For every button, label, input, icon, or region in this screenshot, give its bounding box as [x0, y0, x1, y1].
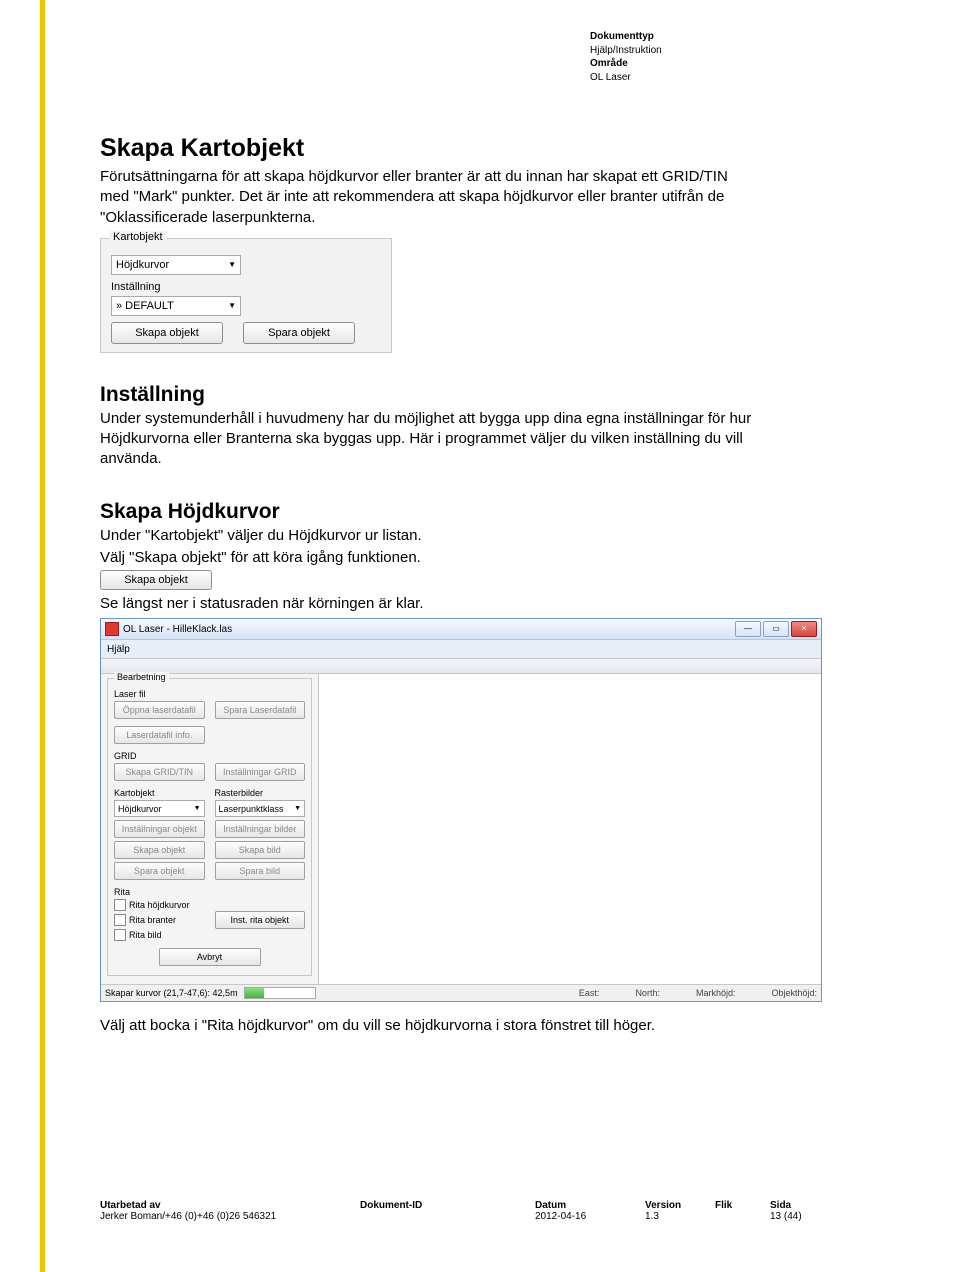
area-value: OL Laser — [590, 71, 860, 85]
footer-version-label: Version — [645, 1200, 681, 1211]
app-icon — [105, 622, 119, 636]
raster-settings-button[interactable]: Inställningar bilder — [215, 820, 306, 838]
rita-hojdkurvor-checkbox[interactable]: Rita höjdkurvor — [114, 899, 205, 911]
laser-label: Laser fil — [114, 689, 305, 699]
status-east: East: — [579, 988, 600, 998]
installning-label: Inställning — [111, 281, 381, 293]
footer-author-label: Utarbetad av — [100, 1200, 161, 1211]
side-stripe — [40, 0, 45, 1272]
heading-skapa-kartobjekt: Skapa Kartobjekt — [100, 134, 860, 163]
footer-author: Jerker Boman/+46 (0)+46 (0)26 546321 — [100, 1211, 276, 1222]
footer-flik-label: Flik — [715, 1200, 732, 1211]
kart-save-button[interactable]: Spara objekt — [114, 862, 205, 880]
menu-hjalp[interactable]: Hjälp — [107, 644, 130, 655]
chevron-down-icon: ▼ — [228, 260, 236, 269]
app-window: OL Laser - HilleKlack.las — ▭ ✕ Hjälp Be… — [100, 618, 822, 1002]
toolbar-strip — [101, 659, 821, 674]
p5: Se längst ner i statusraden när körninge… — [100, 594, 760, 614]
save-laser-button[interactable]: Spara Laserdatafil — [215, 701, 306, 719]
skapa-objekt-inline-button[interactable]: Skapa objekt — [100, 570, 212, 590]
spara-objekt-button[interactable]: Spara objekt — [243, 322, 355, 344]
status-objekthojd: Objekthöjd: — [771, 988, 817, 998]
status-text: Skapar kurvor (21,7-47,6): 42,5m — [105, 988, 238, 998]
footer-sida: 13 (44) — [770, 1211, 802, 1222]
installning-combo-value: » DEFAULT — [116, 300, 174, 312]
installning-combo[interactable]: » DEFAULT ▼ — [111, 296, 241, 316]
close-button[interactable]: ✕ — [791, 621, 817, 637]
rita-label: Rita — [114, 887, 305, 897]
view-area — [319, 674, 821, 984]
chevron-down-icon: ▼ — [228, 301, 236, 310]
minimize-button[interactable]: — — [735, 621, 761, 637]
bearbetning-group: Bearbetning Laser fil Öppna laserdatafil… — [107, 678, 312, 976]
doc-meta: Dokumenttyp Hjälp/Instruktion Område OL … — [590, 30, 860, 84]
open-laser-button[interactable]: Öppna laserdatafil — [114, 701, 205, 719]
kart-create-button[interactable]: Skapa objekt — [114, 841, 205, 859]
side-panel: Bearbetning Laser fil Öppna laserdatafil… — [101, 674, 319, 984]
statusbar: Skapar kurvor (21,7-47,6): 42,5m East: N… — [101, 984, 821, 1001]
kart-settings-button[interactable]: Inställningar objekt — [114, 820, 205, 838]
raster-label: Rasterbilder — [215, 788, 306, 798]
raster-combo[interactable]: Laserpunktklass▼ — [215, 800, 306, 817]
kart-label: Kartobjekt — [114, 788, 205, 798]
kartobjekt-legend: Kartobjekt — [109, 231, 167, 243]
window-title: OL Laser - HilleKlack.las — [123, 624, 232, 635]
inst-rita-button[interactable]: Inst. rita objekt — [215, 911, 306, 929]
progress-bar — [244, 987, 316, 999]
footer: Utarbetad av Dokument-ID Datum Version F… — [100, 1200, 860, 1222]
footer-date-label: Datum — [535, 1200, 566, 1211]
kart-combo[interactable]: Höjdkurvor▼ — [114, 800, 205, 817]
footer-docid-label: Dokument-ID — [360, 1200, 422, 1211]
chevron-down-icon: ▼ — [294, 805, 301, 812]
rita-branter-checkbox[interactable]: Rita branter — [114, 914, 205, 926]
footer-version: 1.3 — [645, 1211, 659, 1222]
raster-save-button[interactable]: Spara bild — [215, 862, 306, 880]
menubar: Hjälp — [101, 640, 821, 659]
maximize-button[interactable]: ▭ — [763, 621, 789, 637]
kartobjekt-combo[interactable]: Höjdkurvor ▼ — [111, 255, 241, 275]
raster-create-button[interactable]: Skapa bild — [215, 841, 306, 859]
chevron-down-icon: ▼ — [194, 805, 201, 812]
skapa-objekt-button[interactable]: Skapa objekt — [111, 322, 223, 344]
laser-info-button[interactable]: Laserdatafil info. — [114, 726, 205, 744]
grid-label: GRID — [114, 751, 305, 761]
heading-skapa-hojdkurvor: Skapa Höjdkurvor — [100, 500, 860, 524]
kartobjekt-panel: Kartobjekt Höjdkurvor ▼ Inställning » DE… — [100, 238, 392, 353]
create-grid-button[interactable]: Skapa GRID/TIN — [114, 763, 205, 781]
intro-paragraph: Förutsättningarna för att skapa höjdkurv… — [100, 167, 760, 228]
area-label: Område — [590, 57, 860, 71]
status-north: North: — [635, 988, 660, 998]
installning-paragraph: Under systemunderhåll i huvudmeny har du… — [100, 409, 760, 470]
rita-bild-checkbox[interactable]: Rita bild — [114, 929, 205, 941]
p3: Under "Kartobjekt" väljer du Höjdkurvor … — [100, 526, 760, 546]
bearbetning-label: Bearbetning — [114, 672, 169, 682]
grid-settings-button[interactable]: Inställningar GRID — [215, 763, 306, 781]
p6: Välj att bocka i "Rita höjdkurvor" om du… — [100, 1016, 760, 1036]
doctype-value: Hjälp/Instruktion — [590, 44, 860, 58]
p4: Välj "Skapa objekt" för att köra igång f… — [100, 548, 760, 568]
footer-date: 2012-04-16 — [535, 1211, 586, 1222]
status-markhojd: Markhöjd: — [696, 988, 736, 998]
kartobjekt-combo-value: Höjdkurvor — [116, 259, 169, 271]
doctype-label: Dokumenttyp — [590, 30, 860, 44]
avbryt-button[interactable]: Avbryt — [159, 948, 261, 966]
footer-sida-label: Sida — [770, 1200, 791, 1211]
titlebar: OL Laser - HilleKlack.las — ▭ ✕ — [101, 619, 821, 640]
heading-installning: Inställning — [100, 383, 860, 407]
